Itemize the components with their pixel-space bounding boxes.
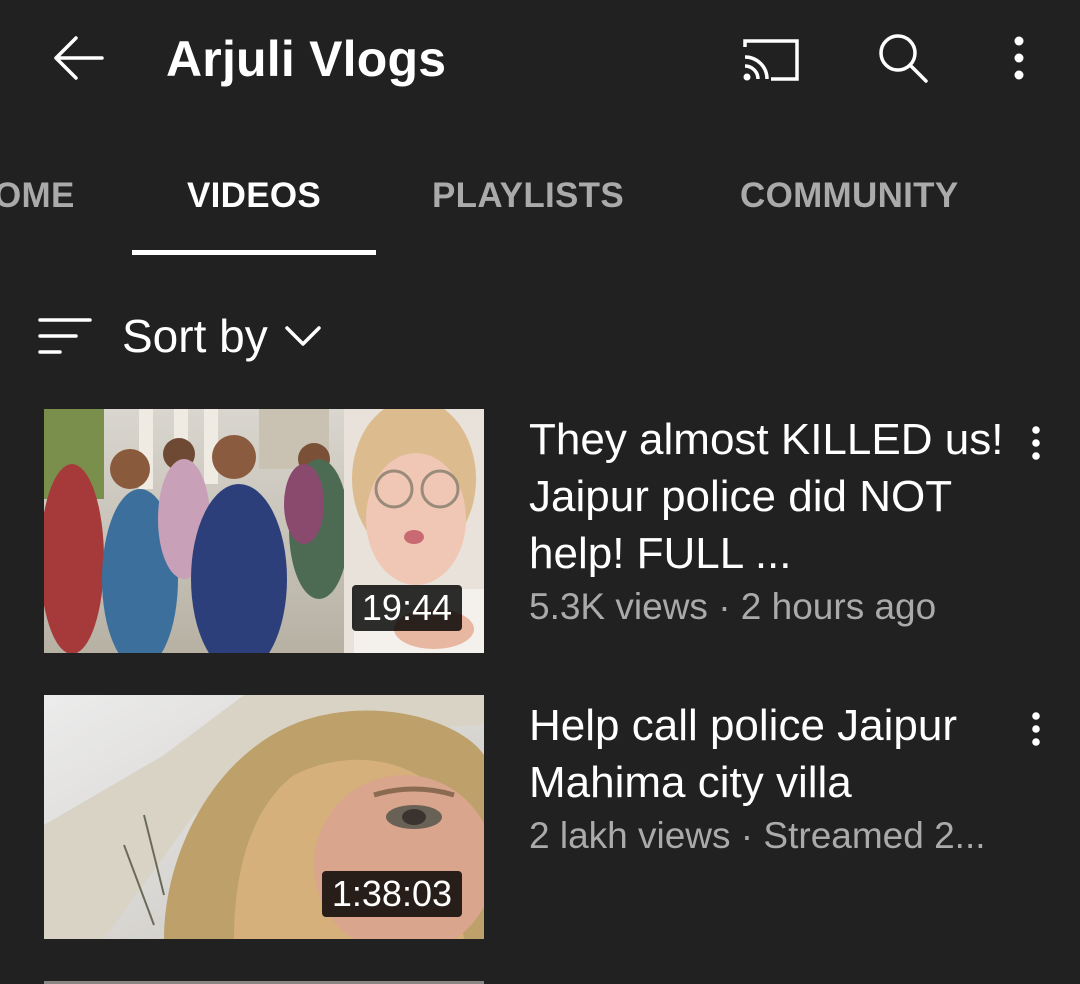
video-menu-button[interactable]	[1016, 701, 1056, 757]
video-thumbnail[interactable]: 19:44	[44, 409, 484, 653]
active-tab-indicator	[132, 250, 376, 255]
app-bar: Arjuli Vlogs	[0, 0, 1080, 125]
video-info: They almost KILLED us! Jaipur police did…	[529, 411, 1019, 632]
tab-home[interactable]: OME	[0, 140, 75, 252]
video-list-item[interactable]: 19:44 They almost KILLED us! Jaipur poli…	[0, 409, 1080, 655]
video-metadata: 2 lakh views · Streamed 2...	[529, 815, 986, 856]
video-list-item[interactable]: 1:38:03 Help call police Jaipur Mahima c…	[0, 695, 1080, 941]
more-vertical-icon	[1032, 712, 1040, 746]
video-duration: 19:44	[351, 585, 462, 631]
more-vertical-icon	[1014, 36, 1024, 80]
tab-videos[interactable]: VIDEOS	[132, 140, 376, 252]
sort-by-label: Sort by	[122, 310, 268, 362]
video-duration: 1:38:03	[321, 871, 462, 917]
chevron-down-icon	[284, 326, 321, 346]
cast-button[interactable]	[732, 24, 810, 94]
channel-tabs: OME VIDEOS PLAYLISTS COMMUNITY	[0, 140, 1080, 256]
back-button[interactable]	[38, 22, 118, 94]
more-options-button[interactable]	[990, 22, 1048, 94]
sort-by-button[interactable]: Sort by	[38, 300, 322, 372]
video-thumbnail[interactable]: 1:38:03	[44, 695, 484, 939]
video-metadata: 5.3K views · 2 hours ago	[529, 586, 937, 627]
video-info: Help call police Jaipur Mahima city vill…	[529, 697, 1019, 861]
more-vertical-icon	[1032, 426, 1040, 460]
search-icon	[879, 34, 928, 83]
sort-icon	[38, 318, 92, 354]
video-title[interactable]: They almost KILLED us! Jaipur police did…	[529, 411, 1019, 582]
video-title[interactable]: Help call police Jaipur Mahima city vill…	[529, 697, 1019, 811]
channel-videos-screen: Arjuli Vlogs OME VIDEOS PLAYLISTS COMMUN…	[0, 0, 1080, 984]
search-button[interactable]	[864, 22, 942, 94]
cast-icon	[743, 39, 799, 81]
tab-playlists[interactable]: PLAYLISTS	[432, 140, 624, 252]
channel-title: Arjuli Vlogs	[166, 31, 447, 87]
tab-community[interactable]: COMMUNITY	[740, 140, 959, 252]
arrow-left-icon	[54, 36, 104, 80]
video-menu-button[interactable]	[1016, 415, 1056, 471]
